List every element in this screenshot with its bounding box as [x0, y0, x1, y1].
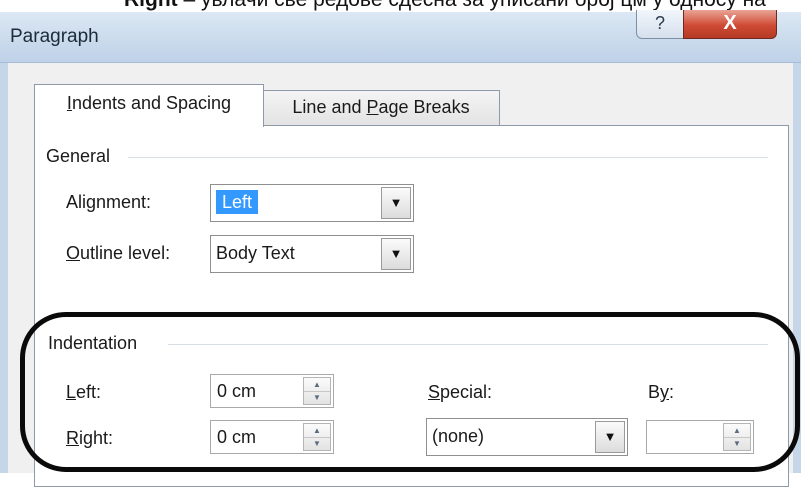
tab-indents-and-spacing[interactable]: Indents and Spacing — [34, 84, 264, 127]
indent-right-label: Right: — [66, 428, 114, 448]
general-group-divider — [128, 157, 768, 158]
chevron-down-icon[interactable]: ▼ — [595, 421, 625, 453]
spin-up-icon[interactable]: ▲ — [304, 378, 330, 392]
indent-left-spinner[interactable]: 0 cm ▲ ▼ — [210, 374, 334, 408]
window-frame-right — [793, 63, 801, 473]
spin-up-icon[interactable]: ▲ — [304, 424, 330, 438]
up-down-arrows-icon[interactable]: ▲ ▼ — [303, 423, 331, 451]
spin-down-icon[interactable]: ▼ — [304, 391, 330, 404]
outline-level-select[interactable]: Body Text ▼ — [210, 235, 414, 273]
indent-left-label: Left: — [66, 382, 102, 402]
by-label: By: — [648, 382, 675, 402]
spin-up-icon[interactable]: ▲ — [724, 424, 750, 438]
indentation-group-divider — [168, 344, 768, 345]
special-value: (none) — [432, 426, 485, 446]
chevron-down-icon[interactable]: ▼ — [381, 238, 411, 270]
up-down-arrows-icon[interactable]: ▲ ▼ — [723, 423, 751, 451]
outline-level-label: Outline level: — [66, 243, 171, 263]
caption-bold: Right — [124, 0, 178, 11]
window-title: Paragraph — [10, 26, 99, 47]
outline-level-value: Body Text — [216, 243, 295, 263]
help-icon: ? — [654, 13, 665, 33]
indent-right-value: 0 cm — [217, 427, 257, 447]
help-button[interactable]: ? — [636, 10, 684, 39]
special-label: Special: — [428, 382, 493, 402]
up-down-arrows-icon[interactable]: ▲ ▼ — [303, 377, 331, 405]
chevron-down-icon[interactable]: ▼ — [381, 187, 411, 219]
indent-right-spinner[interactable]: 0 cm ▲ ▼ — [210, 420, 334, 454]
close-icon: X — [723, 12, 737, 34]
spin-down-icon[interactable]: ▼ — [724, 437, 750, 450]
spin-down-icon[interactable]: ▼ — [304, 437, 330, 450]
by-spinner[interactable]: ▲ ▼ — [646, 420, 754, 454]
indent-left-value: 0 cm — [217, 381, 257, 401]
special-select[interactable]: (none) ▼ — [426, 418, 628, 456]
window-frame-left — [0, 63, 8, 473]
close-button[interactable]: X — [683, 10, 777, 39]
tab-line-and-page-breaks[interactable]: Line and Page Breaks — [262, 90, 500, 125]
indentation-group-header: Indentation — [48, 333, 138, 353]
alignment-value: Left — [216, 190, 259, 214]
alignment-select[interactable]: Left ▼ — [210, 184, 414, 222]
general-group-header: General — [46, 146, 111, 166]
alignment-label: Alignment: — [66, 192, 152, 212]
